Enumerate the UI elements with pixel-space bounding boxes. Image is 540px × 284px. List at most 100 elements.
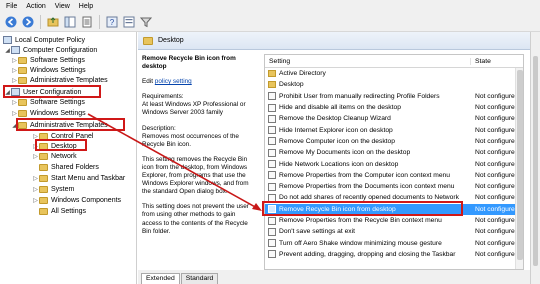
menu-file[interactable]: File (6, 3, 17, 10)
settings-rows: Active Directory Desktop Prohibit User fro… (265, 68, 523, 260)
setting-name: Desktop (279, 81, 304, 89)
setting-name: Remove Recycle Bin icon from desktop (279, 205, 396, 213)
export-list-icon[interactable] (80, 15, 94, 29)
expand-arrow-icon[interactable]: ▷ (11, 110, 18, 117)
expand-arrow-icon[interactable]: ▷ (11, 99, 18, 106)
setting-name: Remove Properties from the Documents ico… (279, 183, 455, 191)
expand-arrow-icon[interactable]: ▷ (32, 175, 39, 182)
expand-arrow-icon[interactable]: ▷ (32, 186, 39, 193)
policy-setting-icon (268, 92, 276, 101)
setting-name: Hide and disable all items on the deskto… (279, 104, 401, 112)
policy-setting-icon (268, 114, 276, 123)
tree-item-software-settings[interactable]: ▷ Software Settings (11, 55, 85, 65)
policy-icon (3, 36, 12, 44)
policy-setting-icon (268, 239, 276, 248)
setting-row[interactable]: Desktop (265, 79, 523, 90)
setting-row[interactable]: Remove the Desktop Cleanup Wizard Not con… (265, 113, 523, 124)
expand-arrow-icon[interactable]: ▷ (32, 197, 39, 204)
policy-setting-icon (268, 148, 276, 157)
column-header-setting[interactable]: Setting (265, 58, 470, 65)
expand-arrow-icon[interactable]: ▷ (11, 67, 18, 74)
setting-row[interactable]: Remove My Documents icon on the desktop N… (265, 147, 523, 158)
back-arrow-icon[interactable] (4, 15, 18, 29)
setting-name: Do not add shares of recently opened doc… (279, 194, 459, 202)
toolbar: ? (0, 13, 540, 32)
filter-icon[interactable] (139, 15, 153, 29)
setting-row[interactable]: Prevent adding, dragging, dropping and c… (265, 249, 523, 260)
group-policy-editor-window: File Action View Help ? Local Computer P… (0, 0, 540, 284)
setting-name: Prohibit User from manually redirecting … (279, 92, 440, 100)
folder-icon (18, 76, 27, 84)
settings-list[interactable]: Setting State Active Directory Desktop Pro… (264, 54, 524, 270)
setting-row[interactable]: Remove Properties from the Recycle Bin c… (265, 215, 523, 226)
edit-prefix: Edit (142, 78, 155, 86)
expand-arrow-icon[interactable]: ▷ (11, 77, 18, 84)
setting-row[interactable]: Remove Properties from the Computer icon… (265, 170, 523, 181)
administrative-templates-highlight-box (16, 118, 125, 131)
setting-row[interactable]: Hide and disable all items on the deskto… (265, 102, 523, 113)
window-scrollbar[interactable] (530, 32, 540, 284)
setting-row[interactable]: Remove Recycle Bin icon from desktop Not … (265, 203, 523, 215)
column-header-state[interactable]: State (470, 57, 520, 65)
scrollbar-thumb[interactable] (517, 70, 523, 260)
folder-icon (39, 163, 48, 171)
tree-item-windows-components[interactable]: ▷ Windows Components (32, 195, 121, 205)
computer-icon (11, 46, 20, 54)
setting-row[interactable]: Prohibit User from manually redirecting … (265, 91, 523, 102)
policy-setting-icon (268, 137, 276, 146)
tree-item-software-settings[interactable]: ▷ Software Settings (11, 97, 85, 107)
folder-icon (39, 196, 48, 204)
settings-scrollbar[interactable] (515, 68, 523, 269)
help-icon[interactable]: ? (105, 15, 119, 29)
tree-item-start-menu-and-taskbar[interactable]: ▷ Start Menu and Taskbar (32, 173, 125, 183)
menu-action[interactable]: Action (26, 3, 45, 10)
policy-setting-icon (268, 103, 276, 112)
setting-row[interactable]: Remove Properties from the Documents ico… (265, 181, 523, 192)
edit-policy-setting-link[interactable]: policy setting (155, 78, 192, 85)
policy-setting-icon (268, 160, 276, 169)
folder-icon (18, 56, 27, 64)
setting-row[interactable]: Don't save settings at exit Not configure… (265, 226, 523, 237)
tab-extended[interactable]: Extended (141, 273, 180, 284)
setting-row[interactable]: Active Directory (265, 68, 523, 79)
tab-standard[interactable]: Standard (180, 273, 219, 284)
expand-arrow-icon[interactable]: ▷ (11, 57, 18, 64)
requirements-label: Requirements: (142, 93, 184, 101)
console-tree[interactable]: Local Computer Policy ◢ Computer Configu… (0, 32, 137, 284)
tree-item-system[interactable]: ▷ System (32, 184, 74, 194)
menu-view[interactable]: View (55, 3, 70, 10)
tree-item-windows-settings[interactable]: ▷ Windows Settings (11, 65, 86, 75)
setting-row[interactable]: Hide Internet Explorer icon on desktop No… (265, 124, 523, 135)
expand-arrow-icon[interactable]: ▷ (32, 153, 39, 160)
tree-root[interactable]: Local Computer Policy (3, 35, 85, 45)
toolbar-separator (99, 15, 100, 29)
scrollbar-thumb[interactable] (533, 56, 538, 266)
description-paragraph-2: This setting does not prevent the user f… (142, 203, 249, 235)
collapse-arrow-icon[interactable]: ◢ (4, 47, 11, 54)
tree-item-administrative-templates[interactable]: ▷ Administrative Templates (11, 75, 108, 85)
tree-item-all-settings[interactable]: All Settings (32, 206, 86, 216)
setting-row[interactable]: Turn off Aero Shake window minimizing mo… (265, 237, 523, 248)
setting-name: Remove the Desktop Cleanup Wizard (279, 115, 391, 123)
show-hide-tree-icon[interactable] (63, 15, 77, 29)
policy-setting-icon (268, 126, 276, 135)
policy-title: Remove Recycle Bin icon from desktop (142, 55, 236, 71)
setting-row[interactable]: Hide Network Locations icon on desktop No… (265, 158, 523, 169)
forward-arrow-icon[interactable] (21, 15, 35, 29)
setting-name: Remove Computer icon on the desktop (279, 137, 395, 145)
tree-item-computer-configuration[interactable]: ◢ Computer Configuration (4, 45, 97, 55)
folder-icon (18, 66, 27, 74)
properties-icon[interactable] (122, 15, 136, 29)
folder-icon (39, 185, 48, 193)
tree-item-windows-settings[interactable]: ▷ Windows Settings (11, 108, 86, 118)
setting-row[interactable]: Do not add shares of recently opened doc… (265, 192, 523, 203)
setting-name: Hide Internet Explorer icon on desktop (279, 126, 393, 134)
up-folder-icon[interactable] (46, 15, 60, 29)
setting-row[interactable]: Remove Computer icon on the desktop Not c… (265, 136, 523, 147)
menu-help[interactable]: Help (79, 3, 93, 10)
policy-setting-icon (268, 227, 276, 236)
tree-item-shared-folders[interactable]: Shared Folders (32, 162, 99, 172)
settings-list-header: Setting State (265, 55, 523, 68)
tree-item-network[interactable]: ▷ Network (32, 151, 77, 161)
policy-setting-icon (268, 171, 276, 180)
